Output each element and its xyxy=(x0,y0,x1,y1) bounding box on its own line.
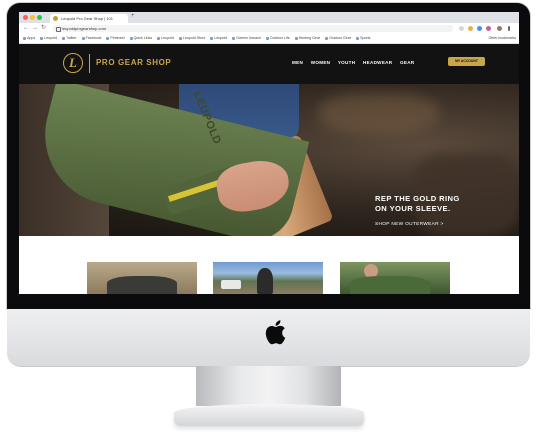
product-card[interactable] xyxy=(213,262,323,294)
bookmark-item[interactable]: Apps xyxy=(23,34,35,43)
bookmark-item[interactable]: Leupold xyxy=(40,34,57,43)
monitor-stand-neck xyxy=(196,366,341,406)
brand-name[interactable]: PRO GEAR SHOP xyxy=(96,58,171,67)
product-image xyxy=(221,280,241,289)
reload-icon[interactable]: ↻ xyxy=(41,23,46,34)
bookmarks-bar: Apps Leupold Twitter Facebook Pinterest … xyxy=(19,34,519,44)
product-card[interactable] xyxy=(340,262,450,294)
extension-icon[interactable] xyxy=(486,26,491,31)
maximize-window-icon[interactable] xyxy=(37,15,42,20)
tab-favicon-icon xyxy=(53,16,58,21)
bookmark-item[interactable]: Sports xyxy=(356,34,370,43)
bookmark-item[interactable]: Garmin Inreach xyxy=(232,34,261,43)
bookmark-item[interactable]: Outdoor Gear xyxy=(325,34,351,43)
product-image xyxy=(350,276,430,294)
logo[interactable]: L xyxy=(63,53,83,73)
screen: Leupold Pro Gear Shop | 101 + ← → ↻ leup… xyxy=(19,12,519,294)
new-tab-button[interactable]: + xyxy=(131,13,135,19)
product-row xyxy=(19,236,519,294)
nav-item-men[interactable]: MEN xyxy=(292,60,303,65)
extension-icon[interactable] xyxy=(468,26,473,31)
other-bookmarks[interactable]: Other bookmarks xyxy=(488,34,516,43)
bookmark-item[interactable]: Leupold xyxy=(157,34,174,43)
back-arrow-icon[interactable]: ← xyxy=(23,23,29,34)
main-nav: MEN WOMEN YOUTH HEADWEAR GEAR xyxy=(292,60,420,65)
site-header: L PRO GEAR SHOP MEN WOMEN YOUTH HEADWEAR… xyxy=(19,44,519,84)
product-image xyxy=(257,268,273,294)
forward-arrow-icon[interactable]: → xyxy=(32,23,38,34)
hero-background xyxy=(319,94,439,134)
product-image xyxy=(107,276,177,294)
bookmark-item[interactable]: Quick Links xyxy=(129,34,152,43)
address-bar-url: leupoldprogearshop.com xyxy=(62,26,107,31)
bookmark-item[interactable]: Facebook xyxy=(81,34,101,43)
extension-icon[interactable] xyxy=(477,26,482,31)
hero-banner[interactable]: LEUPOLD REP THE GOLD RING ON YOUR SLEEVE… xyxy=(19,84,519,236)
nav-item-gear[interactable]: GEAR xyxy=(400,60,414,65)
menu-kebab-icon[interactable] xyxy=(508,26,510,31)
browser-tab-bar: Leupold Pro Gear Shop | 101 + xyxy=(19,12,519,23)
nav-item-women[interactable]: WOMEN xyxy=(311,60,331,65)
hero-headline: REP THE GOLD RING ON YOUR SLEEVE. xyxy=(375,194,460,213)
bookmark-item[interactable]: Hunting Gear xyxy=(294,34,320,43)
apple-logo-icon xyxy=(265,320,286,345)
bookmark-item[interactable]: Leupold xyxy=(210,34,227,43)
minimize-window-icon[interactable] xyxy=(30,15,35,20)
bookmark-item[interactable]: Pinterest xyxy=(106,34,125,43)
logo-letter: L xyxy=(69,55,77,70)
bookmark-item[interactable]: Leupold Store xyxy=(178,34,205,43)
product-card[interactable] xyxy=(87,262,197,294)
account-button[interactable]: MY ACCOUNT xyxy=(448,57,485,66)
lock-icon xyxy=(56,27,61,32)
star-icon[interactable] xyxy=(459,26,464,31)
logo-divider xyxy=(89,54,90,73)
tab-title: Leupold Pro Gear Shop | 101 xyxy=(61,16,113,21)
monitor-stand-foot xyxy=(174,404,364,426)
browser-tab[interactable]: Leupold Pro Gear Shop | 101 xyxy=(50,14,128,23)
bookmark-item[interactable]: Twitter xyxy=(62,34,77,43)
bookmark-item[interactable]: Outdoor Life xyxy=(265,34,290,43)
nav-item-youth[interactable]: YOUTH xyxy=(338,60,356,65)
nav-item-headwear[interactable]: HEADWEAR xyxy=(363,60,392,65)
shop-outerwear-link[interactable]: SHOP NEW OUTERWEAR > xyxy=(375,222,444,227)
address-bar[interactable]: leupoldprogearshop.com xyxy=(53,25,453,32)
profile-avatar-icon[interactable] xyxy=(497,26,502,31)
close-window-icon[interactable] xyxy=(23,15,28,20)
